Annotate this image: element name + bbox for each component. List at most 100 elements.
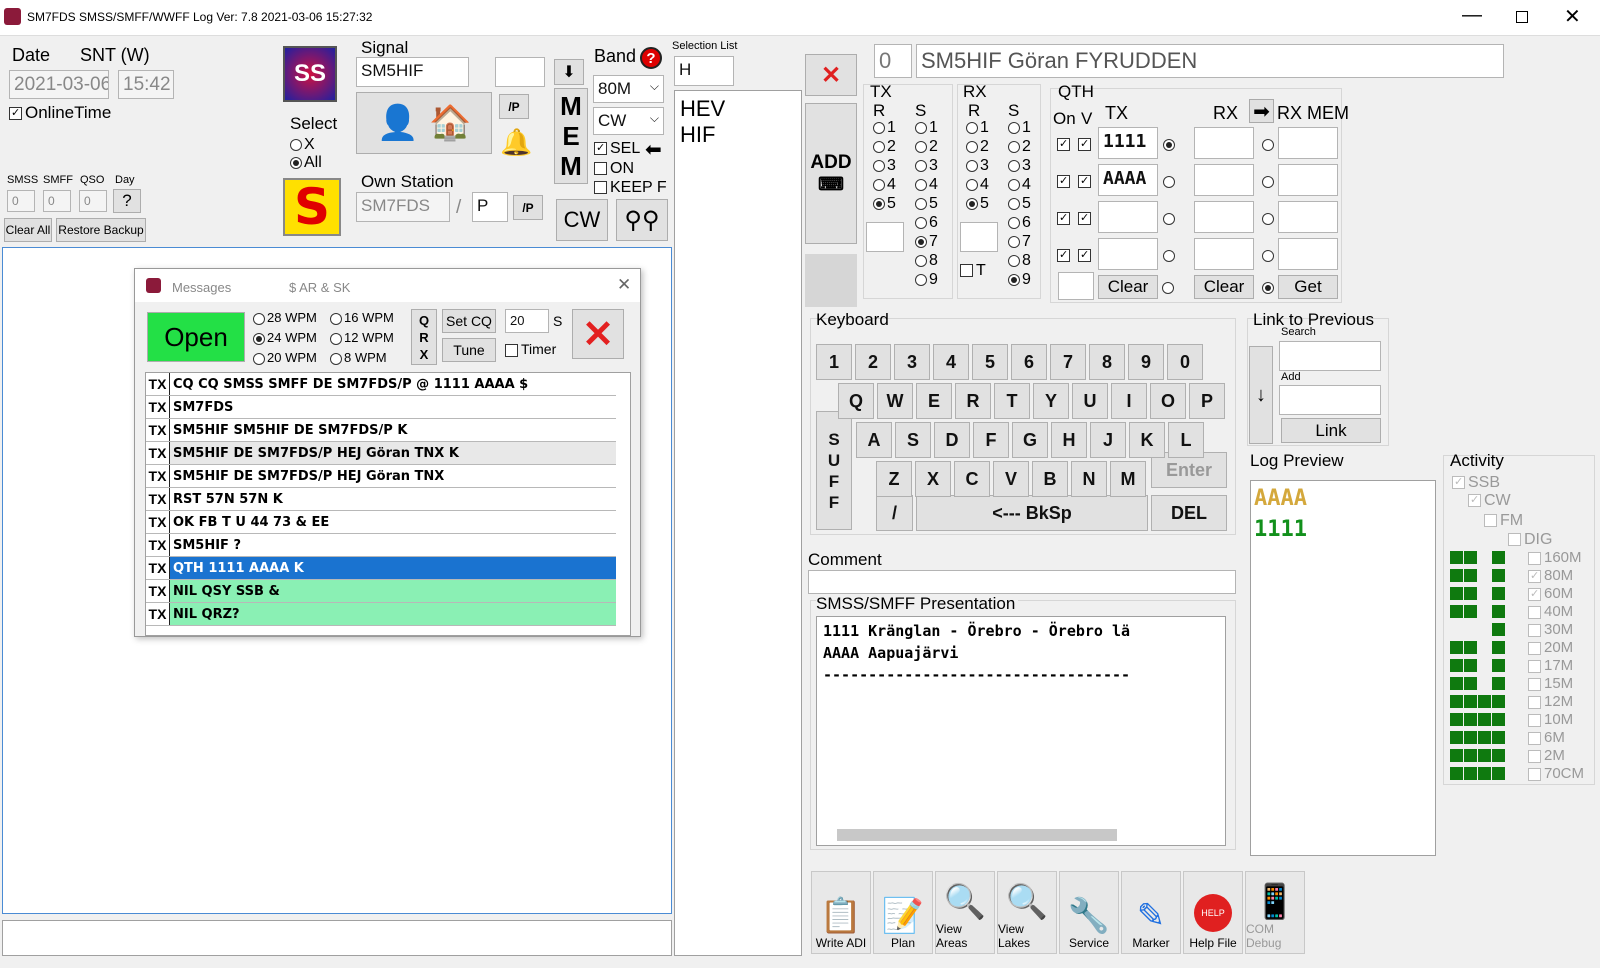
key-1[interactable]: 1	[816, 344, 852, 380]
mem-button[interactable]: MEM	[554, 88, 588, 184]
key-Z[interactable]: Z	[876, 461, 912, 497]
service-button[interactable]: 🔧 Service	[1059, 871, 1119, 954]
rx-r-radio-4[interactable]: 4	[966, 176, 989, 194]
qth-rx-radio[interactable]	[1262, 136, 1276, 153]
key-E[interactable]: E	[916, 383, 952, 419]
close-icon[interactable]: ✕	[1564, 4, 1581, 29]
minimize-icon[interactable]: —	[1462, 4, 1482, 27]
rx-s-radio-1[interactable]: 1	[1008, 119, 1031, 137]
key-J[interactable]: J	[1090, 422, 1126, 458]
band-checkbox-2M[interactable]: 2M	[1528, 747, 1565, 764]
key-D[interactable]: D	[934, 422, 970, 458]
selection-input[interactable]: H	[674, 56, 734, 86]
qth-v-checkbox[interactable]	[1078, 135, 1094, 152]
link-add-input[interactable]	[1279, 385, 1381, 415]
key-Y[interactable]: Y	[1033, 383, 1069, 419]
tx-s-radio-7[interactable]: 7	[915, 233, 938, 251]
list-item[interactable]: HIF	[680, 122, 796, 148]
help-icon[interactable]: ?	[640, 47, 662, 69]
s-logo-button[interactable]: S	[283, 178, 341, 236]
key-V[interactable]: V	[993, 461, 1029, 497]
qth-rx-input[interactable]	[1194, 201, 1254, 233]
rx-s-radio-3[interactable]: 3	[1008, 157, 1031, 175]
wpm-24-radio[interactable]: 24 WPM	[253, 330, 317, 345]
seconds-stepper[interactable]: 20	[505, 309, 549, 333]
qth-tx-radio[interactable]	[1163, 210, 1177, 227]
key-0[interactable]: 0	[1167, 344, 1203, 380]
wpm-20-radio[interactable]: 20 WPM	[253, 350, 317, 365]
key-K[interactable]: K	[1129, 422, 1165, 458]
qth-rx-radio[interactable]	[1262, 247, 1276, 264]
key-7[interactable]: 7	[1050, 344, 1086, 380]
tx-r-radio-1[interactable]: 1	[873, 119, 896, 137]
qth-radio-get[interactable]	[1262, 279, 1276, 296]
qth-on-checkbox[interactable]	[1057, 246, 1073, 263]
band-checkbox-6M[interactable]: 6M	[1528, 729, 1565, 746]
select-x-radio[interactable]: X	[290, 136, 315, 154]
qth-v-checkbox[interactable]	[1078, 246, 1094, 263]
bell-icon[interactable]: 🔔	[500, 127, 532, 158]
message-row[interactable]: TX NIL QSY SSB &	[146, 580, 616, 603]
band-checkbox-80M[interactable]: 80M	[1528, 567, 1573, 584]
backspace-key[interactable]: <--- BkSp	[916, 495, 1148, 531]
key-W[interactable]: W	[877, 383, 913, 419]
selection-list[interactable]: HEV HIF	[674, 90, 802, 956]
date-field[interactable]: 2021-03-06	[9, 70, 109, 99]
list-item[interactable]: HEV	[680, 96, 796, 122]
qth-v-checkbox[interactable]	[1078, 172, 1094, 189]
qth-clear-tx-button[interactable]: Clear	[1098, 275, 1158, 299]
tx-r-radio-3[interactable]: 3	[873, 157, 896, 175]
band-select[interactable]: 80M ⌵	[593, 75, 664, 103]
tx-s-radio-4[interactable]: 4	[915, 176, 938, 194]
wpm-16-radio[interactable]: 16 WPM	[330, 310, 394, 325]
band-checkbox-15M[interactable]: 15M	[1528, 675, 1573, 692]
wpm-8-radio[interactable]: 8 WPM	[330, 350, 387, 365]
tx-s-radio-6[interactable]: 6	[915, 214, 938, 232]
com-debug-button[interactable]: 📱 COM Debug	[1245, 871, 1305, 954]
tx-r-radio-5[interactable]: 5	[873, 195, 896, 213]
comment-input[interactable]	[808, 570, 1236, 594]
tx-s-radio-8[interactable]: 8	[915, 252, 938, 270]
rx-s-radio-5[interactable]: 5	[1008, 195, 1031, 213]
qth-rx-input[interactable]	[1194, 238, 1254, 270]
key-O[interactable]: O	[1150, 383, 1186, 419]
key-B[interactable]: B	[1032, 461, 1068, 497]
key-N[interactable]: N	[1071, 461, 1107, 497]
cw-button[interactable]: CW	[556, 199, 608, 241]
qth-tx-radio[interactable]	[1163, 136, 1177, 153]
write-adi-button[interactable]: 📋 Write ADI	[811, 871, 871, 954]
wpm-28-radio[interactable]: 28 WPM	[253, 310, 317, 325]
get-button[interactable]: Get	[1278, 275, 1338, 299]
message-row[interactable]: TX OK FB T U 44 73 & EE	[146, 511, 616, 534]
key-C[interactable]: C	[954, 461, 990, 497]
key-6[interactable]: 6	[1011, 344, 1047, 380]
own-suffix-input[interactable]: P	[472, 192, 508, 222]
time-field[interactable]: 15:42	[118, 70, 174, 99]
view-lakes-button[interactable]: 🔍 View Lakes	[997, 871, 1057, 954]
qth-rx-radio[interactable]	[1262, 210, 1276, 227]
band-checkbox-12M[interactable]: 12M	[1528, 693, 1573, 710]
message-row[interactable]: TX SM7FDS	[146, 396, 616, 419]
band-checkbox-20M[interactable]: 20M	[1528, 639, 1573, 656]
rx-s-radio-6[interactable]: 6	[1008, 214, 1031, 232]
tune-button[interactable]: Tune	[442, 338, 496, 362]
wpm-12-radio[interactable]: 12 WPM	[330, 330, 394, 345]
tx-r-radio-4[interactable]: 4	[873, 176, 896, 194]
qth-rxmem-input[interactable]	[1278, 201, 1338, 233]
message-row[interactable]: TX SM5HIF SM5HIF DE SM7FDS/P K	[146, 419, 616, 442]
tx-s-radio-3[interactable]: 3	[915, 157, 938, 175]
qth-rx-radio[interactable]	[1262, 173, 1276, 190]
tx-s-radio-5[interactable]: 5	[915, 195, 938, 213]
arrow-left-icon[interactable]: ⬅	[645, 137, 662, 162]
presentation-text[interactable]: 1111 Kränglan - Örebro - Örebro lä AAAA …	[816, 616, 1226, 846]
messages-list[interactable]: TX CQ CQ SMSS SMFF DE SM7FDS/P @ 1111 AAA…	[145, 372, 631, 636]
qth-tx-input[interactable]: 1111	[1098, 127, 1158, 159]
rx-s-radio-2[interactable]: 2	[1008, 138, 1031, 156]
key-5[interactable]: 5	[972, 344, 1008, 380]
mode-fm-checkbox[interactable]: FM	[1484, 512, 1523, 530]
key-2[interactable]: 2	[855, 344, 891, 380]
station-info-field[interactable]: SM5HIF Göran FYRUDDEN	[916, 44, 1504, 78]
qth-rxmem-input[interactable]	[1278, 238, 1338, 270]
link-button[interactable]: Link	[1281, 418, 1381, 443]
rx-s-radio-8[interactable]: 8	[1008, 252, 1031, 270]
